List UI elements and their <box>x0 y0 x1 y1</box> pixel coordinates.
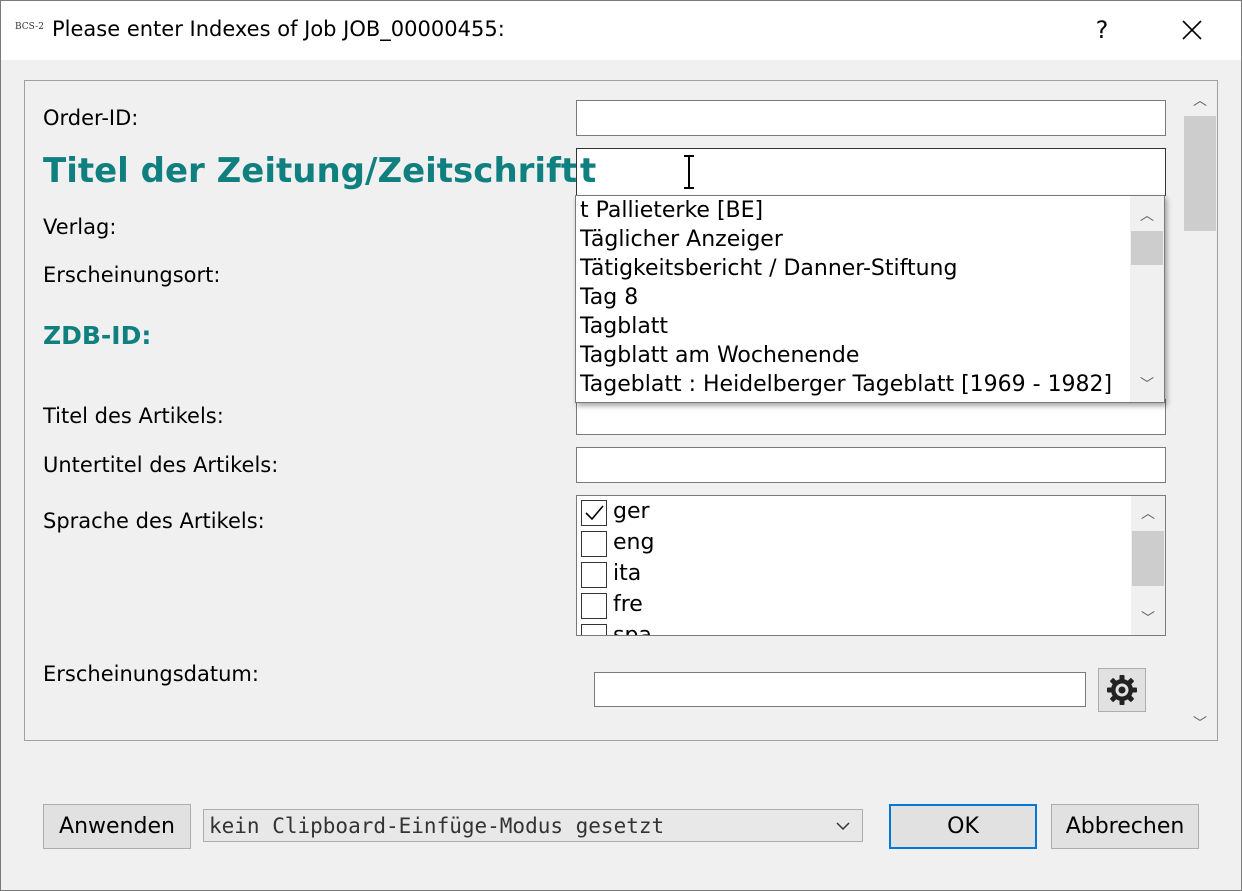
language-label: ger <box>613 499 650 524</box>
title-suggestions-dropdown[interactable]: t Pallieterke [BE] Täglicher Anzeiger Tä… <box>575 195 1165 403</box>
close-icon <box>1182 20 1202 40</box>
sprache-label: Sprache des Artikels: <box>43 509 265 533</box>
suggestion-item[interactable]: Täglicher Anzeiger <box>580 227 783 252</box>
suggestion-item[interactable]: t Pallieterke [BE] <box>580 198 763 223</box>
order-id-field[interactable] <box>576 100 1166 136</box>
scroll-thumb[interactable] <box>1132 531 1164 586</box>
language-label: spa <box>613 623 652 636</box>
scroll-down-icon[interactable]: ﹀ <box>1131 603 1165 633</box>
scroll-thumb[interactable] <box>1131 231 1163 265</box>
untertitel-field[interactable] <box>576 447 1166 483</box>
language-listbox[interactable]: ger eng ita fre spa ︿ ﹀ <box>576 495 1166 636</box>
erscheinungsdatum-field[interactable] <box>594 672 1086 707</box>
untertitel-label: Untertitel des Artikels: <box>43 453 279 477</box>
language-label: fre <box>613 592 643 617</box>
cancel-button[interactable]: Abbrechen <box>1051 804 1199 849</box>
zeitung-title-label: Titel der Zeitung/Zeitschrift: <box>43 151 591 191</box>
scroll-up-icon[interactable]: ︿ <box>1130 200 1164 230</box>
suggestion-item[interactable]: Tag 8 <box>580 285 638 310</box>
suggestion-item[interactable]: Tagblatt am Wochenende <box>580 343 859 368</box>
checkbox-ita[interactable] <box>581 562 607 588</box>
suggestions-scrollbar[interactable]: ︿ ﹀ <box>1130 196 1164 402</box>
index-form-panel: Order-ID: Titel der Zeitung/Zeitschrift:… <box>24 80 1218 741</box>
app-icon: BCS-2 <box>15 22 44 32</box>
zeitung-title-value: t <box>580 151 597 191</box>
scroll-down-icon[interactable]: ﹀ <box>1183 708 1217 738</box>
scroll-up-icon[interactable]: ︿ <box>1183 85 1217 115</box>
chevron-down-icon <box>836 822 850 831</box>
suggestion-item[interactable]: Tagblatt <box>580 314 668 339</box>
text-cursor-icon <box>684 155 694 189</box>
suggestion-item[interactable]: Tätigkeitsbericht / Danner-Stiftung <box>580 256 957 281</box>
zdb-id-label: ZDB-ID: <box>43 321 152 350</box>
title-bar: BCS-2 Please enter Indexes of Job JOB_00… <box>0 0 1242 60</box>
suggestion-item[interactable]: Tageblatt : Heidelberger Tageblatt [1969… <box>580 372 1112 397</box>
checkbox-eng[interactable] <box>581 531 607 557</box>
ok-button[interactable]: OK <box>889 804 1037 849</box>
date-settings-button[interactable] <box>1098 668 1146 712</box>
close-button[interactable] <box>1168 8 1216 52</box>
apply-button[interactable]: Anwenden <box>43 804 191 849</box>
artikel-titel-field[interactable] <box>576 399 1166 435</box>
verlag-label: Verlag: <box>43 215 117 239</box>
language-scrollbar[interactable]: ︿ ﹀ <box>1131 496 1165 635</box>
checkbox-ger[interactable] <box>581 500 607 526</box>
clipboard-mode-select[interactable]: kein Clipboard-Einfüge-Modus gesetzt <box>203 809 863 842</box>
help-button[interactable]: ? <box>1080 8 1124 52</box>
erscheinungsdatum-label: Erscheinungsdatum: <box>43 662 259 686</box>
gear-icon <box>1107 675 1137 705</box>
artikel-titel-label: Titel des Artikels: <box>43 404 224 428</box>
zeitung-title-field[interactable]: t <box>576 148 1166 196</box>
erscheinungsort-label: Erscheinungsort: <box>43 263 221 287</box>
form-scrollbar[interactable]: ︿ ﹀ <box>1183 81 1217 740</box>
language-label: eng <box>613 530 655 555</box>
checkbox-fre[interactable] <box>581 593 607 619</box>
scroll-up-icon[interactable]: ︿ <box>1131 498 1165 528</box>
language-label: ita <box>613 561 642 586</box>
scroll-down-icon[interactable]: ﹀ <box>1130 369 1164 399</box>
clipboard-mode-value: kein Clipboard-Einfüge-Modus gesetzt <box>209 814 665 838</box>
checkbox-spa[interactable] <box>581 624 607 635</box>
order-id-label: Order-ID: <box>43 106 139 130</box>
window-title: Please enter Indexes of Job JOB_00000455… <box>52 17 505 41</box>
scroll-thumb[interactable] <box>1184 116 1216 231</box>
checkmark-icon <box>585 505 604 521</box>
